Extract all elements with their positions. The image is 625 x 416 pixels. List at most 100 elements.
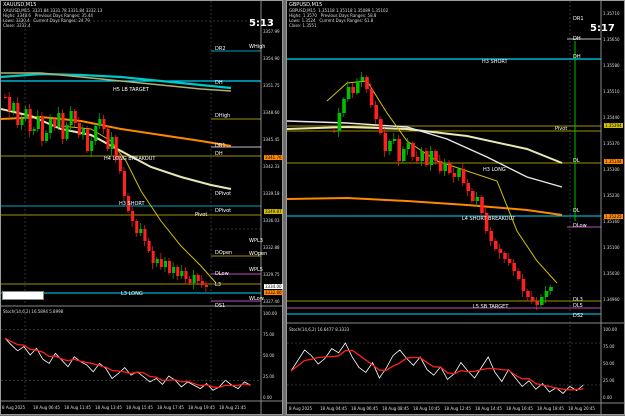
level-dlow: DLow	[573, 223, 587, 229]
level-dl-2: DL	[573, 208, 580, 214]
y-tick-label: 1.35100	[603, 245, 620, 250]
xauusd-candle	[176, 267, 180, 276]
x-tick-label: 18 Aug 06:45	[33, 405, 60, 410]
gbpusd-candle	[498, 249, 503, 253]
stoch-tick-label: 50.00	[263, 353, 275, 358]
xauusd-candle	[98, 119, 102, 126]
gbpusd-candle	[411, 143, 415, 157]
gbpusd-candle	[535, 301, 539, 305]
gbpusd-candle	[402, 149, 406, 161]
price-tag-2: 3349.87	[264, 209, 283, 214]
gbpusd-candle	[494, 241, 498, 249]
y-tick-label: 3345.45	[263, 137, 280, 142]
x-tick-label: 18 Aug 06:45	[351, 406, 378, 411]
xauusd-candle	[184, 271, 188, 279]
x-tick-label: 18 Aug 15:45	[126, 405, 153, 410]
stoch-tick-label: 100.00	[603, 327, 617, 332]
level-wpl3: WPL3	[249, 238, 263, 244]
gbpusd-candle	[549, 287, 553, 291]
level-h3-long: H3 LONG	[483, 167, 506, 173]
xauusd-candle	[188, 279, 192, 283]
y-tick-label: 1.35160	[603, 219, 620, 224]
xauusd-candle	[139, 229, 143, 233]
gbpusd-candle	[429, 151, 434, 165]
stoch-main	[4, 337, 251, 391]
level-h3-short: H3 SHORT	[119, 201, 145, 207]
price-tag-1: 1.35394	[604, 123, 623, 128]
xauusd-candle	[180, 271, 184, 276]
x-tick-label: 18 Aug 10:45	[413, 406, 440, 411]
gbpusd-candle	[388, 141, 392, 151]
price-tag-4: 3332.80	[264, 290, 283, 295]
gbpusd-candle	[356, 81, 360, 93]
y-tick-label: 1.35440	[603, 115, 620, 120]
gbpusd-candle	[406, 143, 411, 149]
xauusd-chart-window[interactable]: XAUUSD,M15 XAUUSD,M15 3331.84 3331.78 33…	[0, 0, 284, 416]
level-l3: L3	[215, 282, 221, 288]
level-l3-long: L3 LONG	[121, 291, 143, 297]
xauusd-candle	[196, 275, 200, 281]
x-tick-label: 18 Aug 11:45	[64, 405, 91, 410]
y-tick-label: 3332.88	[263, 245, 280, 250]
gbpusd-candle	[503, 253, 507, 259]
y-tick-label: 1.35030	[603, 271, 620, 276]
level-l5-target: L5 SB TARGET	[473, 304, 509, 310]
gbpusd-candle	[517, 271, 521, 279]
y-tick-label: 1.35580	[603, 63, 620, 68]
level-h5-target: H5 LB TARGET	[113, 87, 149, 93]
xauusd-candle	[73, 111, 77, 123]
gbpusd-candle	[461, 169, 466, 183]
level-dh: DH	[573, 36, 581, 42]
gbpusd-candle	[425, 151, 429, 165]
y-tick-label: 3342.33	[263, 164, 280, 169]
level-pivot: Pivot	[195, 212, 208, 218]
y-tick-label: 1.35230	[603, 193, 620, 198]
xauusd-candle	[131, 211, 135, 221]
stoch-tick-label: 25.00	[263, 374, 275, 379]
x-tick-label: 18 Aug 20:45	[568, 406, 595, 411]
xauusd-candle	[200, 281, 204, 285]
level-dr1: DR1	[215, 143, 226, 149]
x-tick-label: 8 Aug 2025	[2, 405, 26, 410]
gbpusd-candle	[383, 133, 388, 151]
gbpusd-candle	[438, 161, 443, 171]
y-tick-label: 1.35370	[603, 141, 620, 146]
xauusd-candle	[4, 97, 8, 98]
level-ds2: DS2	[573, 313, 584, 319]
bar-countdown: 5:13	[249, 18, 274, 29]
xauusd-candle	[204, 285, 208, 287]
gbpusd-candle	[521, 279, 526, 291]
level-wpl5: WPL5	[249, 267, 263, 273]
x-tick-label: 18 Aug 12:45	[444, 406, 471, 411]
y-tick-label: 3354.90	[263, 56, 280, 61]
y-tick-label: 3357.99	[263, 29, 280, 34]
gbpusd-candle	[443, 163, 447, 171]
gbpusd-chart-window[interactable]: GBPUSD,M15 GBPUSD,M15 1.35118 1.35118 1.…	[286, 0, 625, 416]
level-h4-breakout: H4 LONG BREAKOUT	[104, 156, 156, 162]
level-dl: DL	[573, 158, 580, 164]
price-tag-3: 3334.00	[264, 284, 283, 289]
xauusd-price-chart[interactable]	[1, 1, 284, 416]
gbpusd-candle	[507, 259, 512, 263]
xauusd-candle	[94, 126, 98, 141]
x-tick-label: 8 Aug 2025	[289, 406, 313, 411]
stoch-signal	[290, 349, 584, 391]
xauusd-candle	[159, 259, 163, 267]
gbpusd-candle	[526, 291, 530, 297]
gbpusd-candle	[415, 157, 420, 161]
level-dlow: DLow	[215, 271, 229, 277]
gbpusd-candle	[475, 197, 480, 201]
stoch-tick-label: 0.00	[263, 395, 272, 400]
xauusd-candle	[53, 119, 57, 127]
gbpusd-candle	[346, 87, 351, 99]
level-pivot: Pivot	[555, 126, 568, 132]
xauusd-candle	[110, 137, 114, 149]
ma-slow	[287, 196, 563, 216]
level-dr2: DR2	[215, 46, 226, 52]
level-dh-2: DH	[215, 151, 223, 157]
stoch-tick-label: 25.00	[603, 378, 615, 383]
xauusd-candle	[8, 97, 12, 111]
xauusd-candle	[192, 275, 196, 283]
gbpusd-candle	[530, 297, 535, 301]
xauusd-candle	[135, 221, 139, 233]
